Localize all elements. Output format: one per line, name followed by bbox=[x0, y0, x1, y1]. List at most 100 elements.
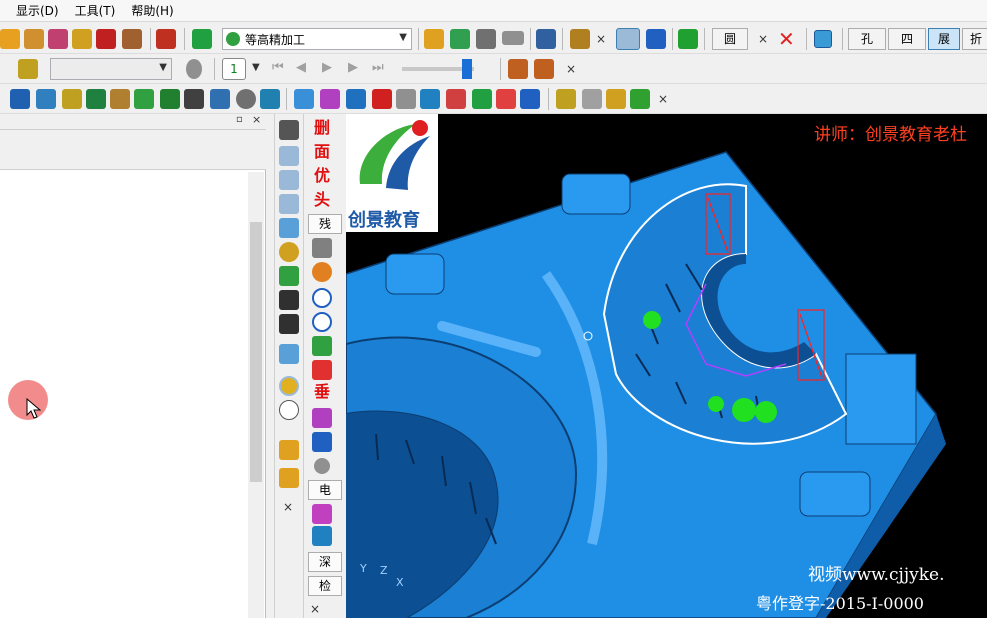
tool-icon-29[interactable] bbox=[372, 89, 392, 109]
tool-icon-31[interactable] bbox=[420, 89, 440, 109]
tool-icon-41[interactable] bbox=[312, 408, 332, 428]
tool-icon-37[interactable] bbox=[606, 89, 626, 109]
tool-icon-27[interactable] bbox=[320, 89, 340, 109]
strategy-icon[interactable] bbox=[192, 29, 212, 49]
tool-icon-12[interactable] bbox=[678, 29, 698, 49]
last-icon[interactable]: ⏭ bbox=[372, 60, 392, 80]
restore-icon[interactable]: ▫ bbox=[236, 114, 243, 125]
view-button-hole[interactable]: 孔 bbox=[848, 28, 886, 50]
tool-icon-21[interactable] bbox=[134, 89, 154, 109]
delete-x-icon[interactable]: ✕ bbox=[778, 29, 798, 49]
tool-icon-11[interactable] bbox=[646, 29, 666, 49]
first-icon[interactable]: ⏮ bbox=[272, 60, 292, 80]
operation-combo[interactable]: 等高精加工 ▼ bbox=[222, 28, 412, 50]
check-button[interactable]: 检 bbox=[308, 576, 342, 596]
undo-select-icon[interactable] bbox=[279, 468, 299, 488]
tool-icon-6[interactable] bbox=[122, 29, 142, 49]
chevron-down-icon[interactable]: ▼ bbox=[252, 62, 260, 73]
close-icon[interactable]: × bbox=[310, 602, 320, 616]
graphics-viewport[interactable]: 创景教育 讲师：创景教育老杜 视频www.cjjyke. 粤作登字-2015-I… bbox=[346, 114, 987, 618]
tool-icon-7[interactable] bbox=[424, 29, 444, 49]
tool-icon-16[interactable] bbox=[10, 89, 30, 109]
view-icon-1[interactable] bbox=[279, 120, 299, 140]
solid-box-icon[interactable] bbox=[279, 344, 299, 364]
tool-icon-32[interactable] bbox=[446, 89, 466, 109]
speed-slider-thumb[interactable] bbox=[462, 59, 472, 79]
zoom-box-icon[interactable] bbox=[279, 314, 299, 334]
prev-icon[interactable]: ◀ bbox=[296, 60, 316, 80]
tool-icon-3[interactable] bbox=[48, 29, 68, 49]
zoom-icon[interactable] bbox=[279, 242, 299, 262]
tool-icon-43[interactable] bbox=[312, 504, 332, 524]
tool-icon-2[interactable] bbox=[24, 29, 44, 49]
play-icon[interactable]: ▶ bbox=[322, 60, 342, 80]
tool-holder-icon[interactable] bbox=[312, 238, 332, 258]
tool-icon-35[interactable] bbox=[520, 89, 540, 109]
tool-icon-20[interactable] bbox=[110, 89, 130, 109]
tool-icon-36[interactable] bbox=[582, 89, 602, 109]
machine-icon[interactable] bbox=[156, 29, 176, 49]
menu-display[interactable]: 显示(D) bbox=[8, 2, 67, 19]
close-icon[interactable]: × bbox=[758, 32, 768, 46]
tool-icon-30[interactable] bbox=[396, 89, 416, 109]
lightbulb-icon[interactable] bbox=[186, 59, 202, 79]
view-button-four[interactable]: 四 bbox=[888, 28, 926, 50]
tool-icon-26[interactable] bbox=[294, 89, 314, 109]
tool-icon-28[interactable] bbox=[346, 89, 366, 109]
tool-icon-33[interactable] bbox=[472, 89, 492, 109]
view-button-fold[interactable]: 折 bbox=[962, 28, 987, 50]
square-icon[interactable] bbox=[814, 30, 832, 48]
menu-help[interactable]: 帮助(H) bbox=[123, 2, 181, 19]
clock-icon[interactable] bbox=[236, 89, 256, 109]
palette-icon[interactable] bbox=[312, 262, 332, 282]
view-button-circle[interactable]: 圆 bbox=[712, 28, 748, 50]
tool-icon-10[interactable] bbox=[616, 28, 640, 50]
tool-icon-23[interactable] bbox=[184, 89, 204, 109]
view-cube-side-icon[interactable] bbox=[279, 194, 299, 214]
tool-icon-18[interactable] bbox=[62, 89, 82, 109]
calculator-icon[interactable] bbox=[476, 29, 496, 49]
tool-icon-15[interactable] bbox=[534, 59, 554, 79]
expand-icon[interactable] bbox=[536, 29, 556, 49]
crosshair-icon[interactable] bbox=[312, 312, 332, 332]
tool-icon-38[interactable] bbox=[630, 89, 650, 109]
view-cube-front-icon[interactable] bbox=[279, 170, 299, 190]
scrollbar-thumb[interactable] bbox=[250, 222, 262, 482]
close-icon[interactable]: × bbox=[283, 500, 293, 514]
face-char-button[interactable]: 面 bbox=[310, 140, 334, 164]
tool-icon-39[interactable] bbox=[312, 336, 332, 356]
tool-icon-14[interactable] bbox=[508, 59, 528, 79]
menu-tools[interactable]: 工具(T) bbox=[67, 2, 124, 19]
tool-icon-25[interactable] bbox=[260, 89, 280, 109]
circle-icon[interactable] bbox=[312, 288, 332, 308]
shaded-sphere-icon[interactable] bbox=[279, 376, 299, 396]
tool-icon-44[interactable] bbox=[312, 526, 332, 546]
close-icon[interactable]: × bbox=[596, 32, 606, 46]
search-icon[interactable] bbox=[556, 89, 576, 109]
close-icon[interactable]: × bbox=[252, 113, 261, 126]
tool-icon-24[interactable] bbox=[210, 89, 230, 109]
residual-button[interactable]: 残 bbox=[308, 214, 342, 234]
layer-icon[interactable]: 1 bbox=[222, 58, 246, 80]
electrode-button[interactable]: 电 bbox=[308, 480, 342, 500]
select-pointer-icon[interactable] bbox=[279, 440, 299, 460]
tool-icon-22[interactable] bbox=[160, 89, 180, 109]
refresh-icon[interactable] bbox=[279, 266, 299, 286]
tool-icon-17[interactable] bbox=[36, 89, 56, 109]
view-cube-top-icon[interactable] bbox=[279, 146, 299, 166]
ruler-icon[interactable] bbox=[502, 31, 524, 45]
tool-icon-5[interactable] bbox=[96, 29, 116, 49]
tool-combo[interactable]: ▼ bbox=[50, 58, 172, 80]
vertical-char-button[interactable]: 垂 bbox=[310, 380, 334, 404]
tool-icon-4[interactable] bbox=[72, 29, 92, 49]
wire-sphere-icon[interactable] bbox=[279, 400, 299, 420]
delete-char-button[interactable]: 删 bbox=[310, 116, 334, 140]
fit-icon[interactable] bbox=[279, 290, 299, 310]
tool-icon-9[interactable] bbox=[570, 29, 590, 49]
tool-icon-34[interactable] bbox=[496, 89, 516, 109]
tool-icon-40[interactable] bbox=[312, 360, 332, 380]
head-char-button[interactable]: 头 bbox=[310, 188, 334, 212]
tool-icon-1[interactable] bbox=[0, 29, 20, 49]
close-icon[interactable]: × bbox=[566, 62, 576, 76]
tool-icon-13[interactable] bbox=[18, 59, 38, 79]
